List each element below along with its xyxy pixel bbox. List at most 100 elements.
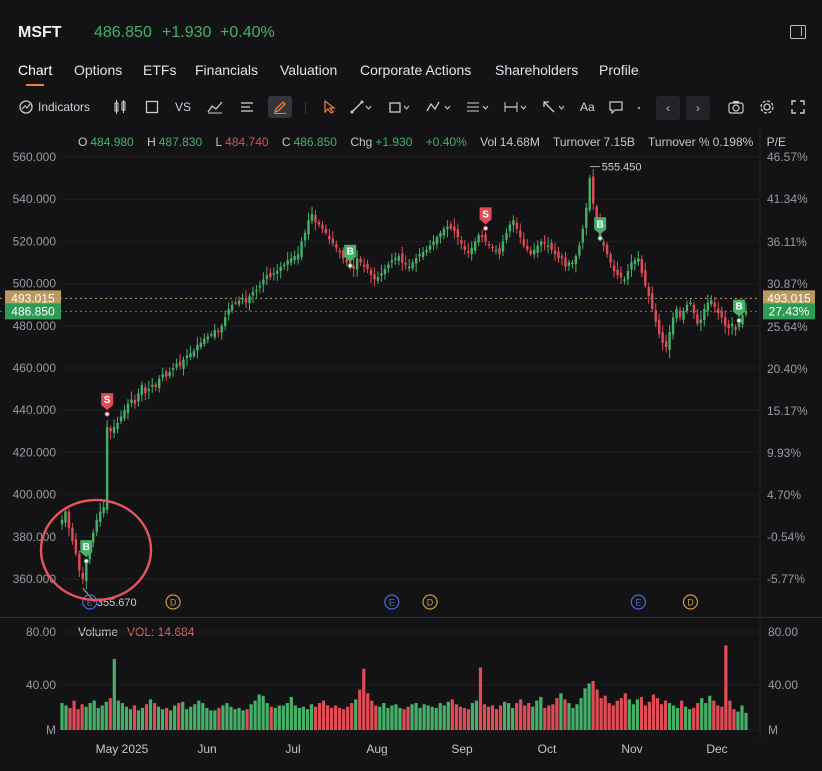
volume-bar [539, 696, 543, 730]
volume-bar [591, 681, 595, 730]
volume-bar [724, 645, 728, 730]
candle-body [730, 323, 734, 327]
x-tick-label: Oct [538, 742, 557, 756]
event-label: D [687, 598, 694, 608]
event-label: E [389, 598, 395, 608]
candle-body [359, 258, 362, 263]
volume-bar [140, 707, 145, 730]
candle-body [512, 220, 515, 225]
y-right-tick-label: -5.77% [767, 572, 805, 586]
volume-right-tick: 80.00 [768, 625, 798, 639]
candle-body [331, 238, 335, 244]
candle-body [345, 259, 348, 263]
candle-body [553, 250, 557, 255]
volume-bar [277, 705, 281, 730]
volume-bar [120, 703, 124, 730]
volume-bar [309, 704, 314, 730]
candle-body [387, 264, 390, 269]
y-right-tick-label: 4.70% [767, 488, 801, 502]
volume-bar [555, 698, 559, 730]
candle-body [685, 304, 689, 312]
candle-body [689, 302, 692, 305]
candle-body [168, 372, 171, 376]
candle-body [467, 251, 470, 253]
trade-point [347, 263, 353, 269]
volume-bar [358, 689, 362, 730]
volume-bar [148, 699, 153, 730]
volume-bar [655, 698, 660, 730]
sell-marker-label: S [104, 395, 111, 406]
candle-body [456, 229, 460, 238]
candle-body [255, 289, 258, 292]
candle-body [335, 244, 338, 248]
volume-bar [684, 706, 688, 730]
candle-body [133, 400, 137, 404]
volume-bar [390, 705, 394, 730]
buy-marker-label: B [347, 247, 354, 258]
candle-body [678, 310, 682, 318]
candle-body [616, 269, 619, 276]
candle-body [661, 332, 664, 343]
candle-body [446, 226, 449, 230]
candle-body [60, 519, 64, 525]
candle-body [463, 246, 466, 250]
volume-bar [253, 700, 257, 730]
candle-body [213, 330, 216, 338]
volume-bar [132, 705, 137, 730]
candle-body [241, 298, 244, 300]
volume-bar [442, 705, 446, 730]
candle-body [369, 269, 373, 276]
volume-bar [462, 707, 466, 730]
volume-bar [305, 709, 310, 730]
candle-body [98, 511, 102, 523]
volume-bar [676, 707, 680, 730]
candle-body [421, 251, 425, 257]
volume-bar [567, 703, 571, 730]
candle-body [109, 428, 112, 432]
volume-bar [64, 705, 68, 730]
candle-body [626, 270, 630, 280]
candle-body [248, 296, 251, 304]
candle-body [404, 262, 407, 265]
candle-body [654, 309, 657, 322]
candle-body [189, 353, 192, 358]
candle-body [460, 240, 463, 244]
volume-bar [350, 703, 354, 730]
candle-body [644, 270, 647, 286]
volume-bar [237, 707, 241, 730]
volume-bar [647, 701, 652, 730]
price-chart[interactable]: 560.000 540.000 520.000 500.000 480.000 460.0… [0, 0, 822, 771]
volume-bar [100, 705, 104, 730]
volume-bar [406, 706, 410, 730]
candle-body [244, 298, 248, 303]
x-tick-label: Aug [366, 742, 387, 756]
volume-bar [603, 695, 607, 730]
candle-body [376, 277, 380, 281]
candle-body [310, 213, 314, 221]
candle-body [397, 256, 400, 261]
y-right-tick-label: 25.64% [767, 320, 808, 334]
candle-body [578, 245, 581, 256]
volume-bar [732, 709, 736, 730]
volume-bar [257, 694, 261, 730]
y-right-tick-label: 30.87% [767, 277, 808, 291]
candle-body [154, 384, 157, 387]
volume-bar [169, 710, 173, 730]
volume-bar [696, 703, 700, 730]
volume-bar [454, 704, 458, 730]
candle-body [522, 239, 525, 246]
x-tick-label: Jul [285, 742, 300, 756]
candle-body [296, 254, 300, 260]
volume-bar [96, 707, 100, 730]
candle-body [723, 316, 727, 326]
candle-body [123, 410, 126, 419]
candle-body [619, 272, 623, 278]
volume-bar [173, 705, 177, 730]
candle-body [411, 262, 414, 269]
candle-body [706, 302, 710, 312]
candle-body [696, 314, 699, 324]
candle-body [539, 241, 543, 246]
volume-bar [531, 706, 535, 730]
candle-body [352, 265, 355, 269]
y-right-tick-label: 46.57% [767, 150, 808, 164]
